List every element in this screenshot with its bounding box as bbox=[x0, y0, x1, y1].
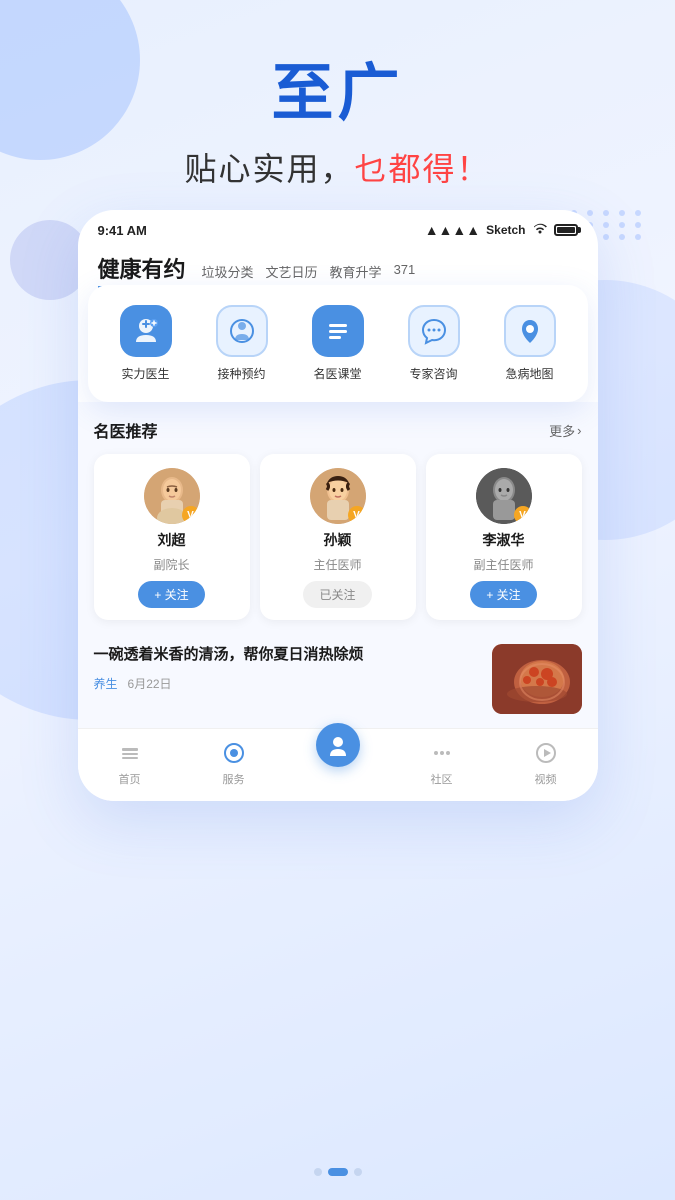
wifi-icon bbox=[532, 222, 548, 238]
nav-user[interactable] bbox=[308, 739, 368, 787]
vaccine-icon bbox=[216, 305, 268, 357]
sub-title: 贴心实用，乜都得！ bbox=[0, 144, 675, 190]
recommend-section: 名医推荐 更多 › bbox=[78, 402, 598, 630]
carrier-label: Sketch bbox=[486, 223, 525, 237]
service-vaccine[interactable]: 接种预约 bbox=[207, 305, 277, 382]
article-title: 一碗透着米香的清汤，帮你夏日消热除烦 bbox=[94, 644, 478, 667]
chevron-icon: › bbox=[577, 423, 581, 438]
phone-mockup-container: 9:41 AM ▲▲▲▲ Sketch 健康有约 垃圾分类 文艺日历 教育升学 … bbox=[78, 210, 598, 801]
doctor-name-1: 刘超 bbox=[158, 530, 186, 550]
battery-icon bbox=[554, 224, 578, 236]
service-class[interactable]: 名医课堂 bbox=[303, 305, 373, 382]
doctor-card-1: V 刘超 副院长 + 关注 bbox=[94, 454, 250, 620]
status-right: ▲▲▲▲ Sketch bbox=[425, 222, 578, 238]
nav-community-label: 社区 bbox=[431, 771, 453, 787]
doctor-name-2: 孙颖 bbox=[324, 530, 352, 550]
service-consult-label: 专家咨询 bbox=[409, 365, 457, 382]
main-title: 至广 bbox=[0, 60, 675, 128]
tab-education[interactable]: 教育升学 bbox=[330, 262, 382, 281]
recommend-title: 名医推荐 bbox=[94, 418, 158, 442]
doctor-icon bbox=[120, 305, 172, 357]
article-content: 一碗透着米香的清汤，帮你夏日消热除烦 养生 6月22日 bbox=[94, 644, 478, 692]
service-map[interactable]: 急病地图 bbox=[495, 305, 565, 382]
user-center-icon bbox=[316, 723, 360, 767]
avatar-badge-3: V bbox=[514, 506, 532, 524]
page-dot-1[interactable] bbox=[314, 1168, 322, 1176]
tab-more[interactable]: 371 bbox=[394, 262, 416, 281]
video-icon bbox=[532, 739, 560, 767]
avatar-badge-1: V bbox=[182, 506, 200, 524]
page-dot-3[interactable] bbox=[354, 1168, 362, 1176]
status-time: 9:41 AM bbox=[98, 223, 147, 238]
tab-arts[interactable]: 文艺日历 bbox=[266, 262, 318, 281]
nav-service[interactable]: 服务 bbox=[204, 739, 264, 787]
nav-video[interactable]: 视频 bbox=[516, 739, 576, 787]
doctor-title-2: 主任医师 bbox=[313, 556, 361, 573]
bottom-nav: 首页 服务 bbox=[78, 728, 598, 801]
nav-home[interactable]: 首页 bbox=[100, 739, 160, 787]
article-image bbox=[492, 644, 582, 714]
section-header: 名医推荐 更多 › bbox=[94, 418, 582, 442]
tagline-part1: 贴心实用， bbox=[184, 151, 354, 187]
article-date: 6月22日 bbox=[128, 675, 172, 692]
header-section: 至广 贴心实用，乜都得！ bbox=[0, 0, 675, 190]
home-icon bbox=[116, 739, 144, 767]
doctor-avatar-3: V bbox=[476, 468, 532, 524]
consult-icon bbox=[408, 305, 460, 357]
app-title: 健康有约 bbox=[98, 252, 186, 289]
service-vaccine-label: 接种预约 bbox=[217, 365, 265, 382]
service-map-label: 急病地图 bbox=[505, 365, 553, 382]
service-doctor-label: 实力医生 bbox=[121, 365, 169, 382]
map-icon bbox=[504, 305, 556, 357]
tagline-part2: 乜都得！ bbox=[355, 151, 491, 187]
services-card: 实力医生 接种预约 bbox=[88, 285, 588, 402]
avatar-badge-2: V bbox=[348, 506, 366, 524]
tab-garbage[interactable]: 垃圾分类 bbox=[202, 262, 254, 281]
doctor-title-3: 副主任医师 bbox=[473, 556, 533, 573]
nav-video-label: 视频 bbox=[535, 771, 557, 787]
doctor-name-3: 李淑华 bbox=[483, 530, 525, 550]
doctor-avatar-2: V bbox=[310, 468, 366, 524]
more-text: 更多 bbox=[549, 421, 575, 440]
service-consult[interactable]: 专家咨询 bbox=[399, 305, 469, 382]
article-section[interactable]: 一碗透着米香的清汤，帮你夏日消热除烦 养生 6月22日 bbox=[78, 630, 598, 728]
signal-icon: ▲▲▲▲ bbox=[425, 222, 480, 238]
class-icon bbox=[312, 305, 364, 357]
service-doctor[interactable]: 实力医生 bbox=[111, 305, 181, 382]
doctor-card-3: V 李淑华 副主任医师 + 关注 bbox=[426, 454, 582, 620]
more-link[interactable]: 更多 › bbox=[549, 421, 581, 440]
page-indicators bbox=[314, 1168, 362, 1176]
article-meta: 养生 6月22日 bbox=[94, 675, 478, 692]
page-dot-2[interactable] bbox=[328, 1168, 348, 1176]
community-icon bbox=[428, 739, 456, 767]
status-bar: 9:41 AM ▲▲▲▲ Sketch bbox=[78, 210, 598, 244]
follow-button-3[interactable]: + 关注 bbox=[470, 581, 536, 608]
article-category: 养生 bbox=[94, 675, 118, 692]
follow-button-2[interactable]: 已关注 bbox=[303, 581, 371, 608]
service-class-label: 名医课堂 bbox=[313, 365, 361, 382]
nav-community[interactable]: 社区 bbox=[412, 739, 472, 787]
doctor-title-1: 副院长 bbox=[153, 556, 189, 573]
doctor-card-2: V 孙颖 主任医师 已关注 bbox=[260, 454, 416, 620]
follow-button-1[interactable]: + 关注 bbox=[138, 581, 204, 608]
app-tabs: 垃圾分类 文艺日历 教育升学 371 bbox=[202, 262, 416, 281]
nav-home-label: 首页 bbox=[119, 771, 141, 787]
nav-service-label: 服务 bbox=[223, 771, 245, 787]
phone-mockup: 9:41 AM ▲▲▲▲ Sketch 健康有约 垃圾分类 文艺日历 教育升学 … bbox=[78, 210, 598, 801]
doctor-cards: V 刘超 副院长 + 关注 bbox=[94, 454, 582, 620]
service-icon bbox=[220, 739, 248, 767]
doctor-avatar-1: V bbox=[144, 468, 200, 524]
